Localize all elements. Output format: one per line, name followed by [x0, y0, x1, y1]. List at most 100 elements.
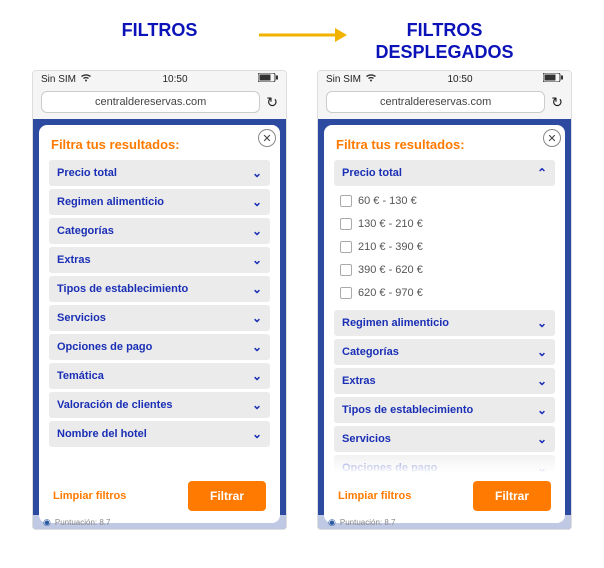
- filter-precio[interactable]: Precio total ⌃: [334, 160, 555, 186]
- chevron-down-icon: ⌄: [252, 311, 262, 325]
- chevron-down-icon: ⌄: [537, 345, 547, 359]
- filter-label: Servicios: [342, 433, 391, 445]
- bg-text: Puntuación: 8.7: [55, 518, 111, 527]
- chevron-up-icon: ⌃: [537, 166, 547, 180]
- phone-frame-right: Sin SIM 10:50 centraldereservas.com ↻: [317, 70, 572, 530]
- checkbox[interactable]: [340, 287, 352, 299]
- refresh-icon[interactable]: ↻: [551, 94, 563, 111]
- filter-regimen[interactable]: Regimen alimenticio ⌄: [49, 189, 270, 215]
- chevron-down-icon: ⌄: [252, 224, 262, 238]
- filter-tematica[interactable]: Temática ⌄: [49, 363, 270, 389]
- checkbox[interactable]: [340, 264, 352, 276]
- status-bar: Sin SIM 10:50: [318, 71, 571, 87]
- filter-precio[interactable]: Precio total ⌄: [49, 160, 270, 186]
- carrier-text: Sin SIM: [41, 74, 76, 85]
- heading-left-text: FILTROS: [122, 20, 198, 42]
- checkbox[interactable]: [340, 195, 352, 207]
- filter-label: Temática: [57, 370, 104, 382]
- viewport-right: ✕ Filtra tus resultados: Precio total ⌃ 6…: [318, 119, 571, 529]
- clock: 10:50: [447, 74, 472, 85]
- panel-title: Filtra tus resultados:: [51, 137, 270, 152]
- pin-icon: ◉: [43, 517, 51, 528]
- chevron-down-icon: ⌄: [252, 195, 262, 209]
- url-field[interactable]: centraldereservas.com: [326, 91, 545, 113]
- battery-icon: [258, 73, 278, 85]
- chevron-down-icon: ⌄: [537, 316, 547, 330]
- filter-label: Precio total: [57, 167, 117, 179]
- option-label: 130 € - 210 €: [358, 218, 423, 230]
- chevron-down-icon: ⌄: [252, 427, 262, 441]
- chevron-down-icon: ⌄: [252, 253, 262, 267]
- battery-icon: [543, 73, 563, 85]
- arrow-icon: [257, 26, 347, 44]
- filter-panel: ✕ Filtra tus resultados: Precio total ⌃ 6…: [324, 125, 565, 523]
- close-icon[interactable]: ✕: [258, 129, 276, 147]
- apply-button[interactable]: Filtrar: [188, 481, 266, 511]
- heading-right: FILTROS DESPLEGADOS: [317, 20, 572, 70]
- phone-frame-left: Sin SIM 10:50 centraldereservas.com ↻: [32, 70, 287, 530]
- filter-tipos[interactable]: Tipos de establecimiento⌄: [49, 276, 270, 302]
- clear-filters-link[interactable]: Limpiar filtros: [338, 490, 463, 502]
- chevron-down-icon: ⌄: [252, 369, 262, 383]
- filter-nombre[interactable]: Nombre del hotel ⌄: [49, 421, 270, 447]
- chevron-down-icon: ⌄: [537, 374, 547, 388]
- filter-label: Precio total: [342, 167, 402, 179]
- clock: 10:50: [162, 74, 187, 85]
- filter-panel: ✕ Filtra tus resultados: Precio total ⌄ R…: [39, 125, 280, 523]
- price-option[interactable]: 60 € - 130 €: [338, 191, 551, 211]
- bg-strip: ◉ Puntuación: 8.7: [33, 515, 286, 529]
- price-options: 60 € - 130 € 130 € - 210 € 210 € - 390 €…: [334, 189, 555, 307]
- filter-label: Opciones de pago: [57, 341, 152, 353]
- filter-categorias[interactable]: Categorías ⌄: [334, 339, 555, 365]
- filter-regimen[interactable]: Regimen alimenticio ⌄: [334, 310, 555, 336]
- filter-tipos[interactable]: Tipos de establecimiento⌄: [334, 397, 555, 423]
- filter-categorias[interactable]: Categorías⌄: [49, 218, 270, 244]
- heading-left: FILTROS: [32, 20, 287, 70]
- filter-servicios[interactable]: Servicios ⌄: [49, 305, 270, 331]
- status-bar: Sin SIM 10:50: [33, 71, 286, 87]
- apply-button[interactable]: Filtrar: [473, 481, 551, 511]
- filter-pago[interactable]: Opciones de pago ⌄: [334, 455, 555, 473]
- filter-pago[interactable]: Opciones de pago ⌄: [49, 334, 270, 360]
- filter-label: Categorías: [342, 346, 399, 358]
- chevron-down-icon: ⌄: [252, 340, 262, 354]
- bg-text: Puntuación: 8.7: [340, 518, 396, 527]
- url-field[interactable]: centraldereservas.com: [41, 91, 260, 113]
- filter-extras[interactable]: Extras ⌄: [334, 368, 555, 394]
- checkbox[interactable]: [340, 218, 352, 230]
- clear-filters-link[interactable]: Limpiar filtros: [53, 490, 178, 502]
- option-label: 620 € - 970 €: [358, 287, 423, 299]
- filter-servicios[interactable]: Servicios⌄: [334, 426, 555, 452]
- price-option[interactable]: 130 € - 210 €: [338, 214, 551, 234]
- heading-right-l2: DESPLEGADOS: [375, 42, 513, 64]
- filter-label: Regimen alimenticio: [57, 196, 164, 208]
- close-icon[interactable]: ✕: [543, 129, 561, 147]
- refresh-icon[interactable]: ↻: [266, 94, 278, 111]
- url-bar: centraldereservas.com ↻: [33, 87, 286, 119]
- filter-label: Servicios: [57, 312, 106, 324]
- filter-extras[interactable]: Extras ⌄: [49, 247, 270, 273]
- wifi-icon: [80, 73, 92, 85]
- price-option[interactable]: 390 € - 620 €: [338, 260, 551, 280]
- chevron-down-icon: ⌄: [252, 166, 262, 180]
- price-option[interactable]: 620 € - 970 €: [338, 283, 551, 303]
- wifi-icon: [365, 73, 377, 85]
- url-bar: centraldereservas.com ↻: [318, 87, 571, 119]
- checkbox[interactable]: [340, 241, 352, 253]
- filter-label: Opciones de pago: [342, 462, 437, 473]
- filter-label: Nombre del hotel: [57, 428, 147, 440]
- price-option[interactable]: 210 € - 390 €: [338, 237, 551, 257]
- filter-valoracion[interactable]: Valoración de clientes⌄: [49, 392, 270, 418]
- filter-label: Extras: [342, 375, 376, 387]
- chevron-down-icon: ⌄: [537, 403, 547, 417]
- option-label: 390 € - 620 €: [358, 264, 423, 276]
- heading-right-l1: FILTROS: [407, 20, 483, 42]
- pin-icon: ◉: [328, 517, 336, 528]
- panel-title: Filtra tus resultados:: [336, 137, 555, 152]
- option-label: 60 € - 130 €: [358, 195, 417, 207]
- filter-label: Tipos de establecimiento: [57, 283, 188, 295]
- filter-label: Regimen alimenticio: [342, 317, 449, 329]
- chevron-down-icon: ⌄: [537, 461, 547, 473]
- filter-label: Valoración de clientes: [57, 399, 173, 411]
- filter-label: Extras: [57, 254, 91, 266]
